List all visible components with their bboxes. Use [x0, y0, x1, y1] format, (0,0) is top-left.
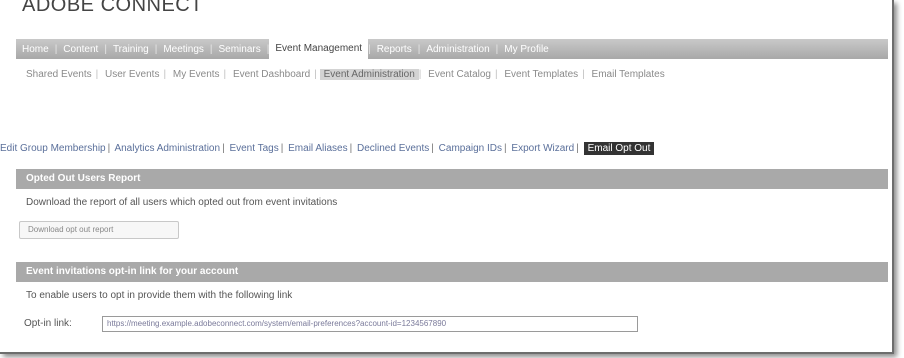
- link-email-opt-out[interactable]: Email Opt Out: [583, 142, 655, 155]
- opted-out-panel-title: Opted Out Users Report: [16, 169, 888, 189]
- subnav-event-administration[interactable]: Event Administration: [319, 69, 419, 80]
- link-separator: |: [504, 143, 507, 154]
- sub-navigation: Shared Events | User Events | My Events | E…: [22, 69, 669, 80]
- link-separator: |: [576, 143, 579, 154]
- subnav-separator: |: [314, 69, 317, 80]
- link-analytics-administration[interactable]: Analytics Administration: [114, 143, 220, 154]
- download-report-button[interactable]: Download opt out report: [19, 221, 179, 239]
- link-separator: |: [280, 143, 284, 154]
- subnav-separator: |: [582, 69, 585, 80]
- admin-links-bar: Edit Group Membership | Analytics Adminis…: [0, 142, 655, 155]
- nav-tab-administration[interactable]: Administration: [420, 44, 495, 55]
- app-window: ADOBE CONNECT Home | Content | Training | M…: [0, 0, 894, 354]
- optin-label: Opt-in link:: [24, 318, 72, 329]
- app-logo: ADOBE CONNECT: [22, 0, 203, 16]
- nav-tab-reports[interactable]: Reports: [371, 44, 418, 55]
- subnav-event-templates[interactable]: Event Templates: [500, 69, 582, 80]
- subnav-event-catalog[interactable]: Event Catalog: [424, 69, 495, 80]
- subnav-user-events[interactable]: User Events: [101, 69, 163, 80]
- subnav-separator: |: [418, 69, 422, 80]
- link-email-aliases[interactable]: Email Aliases: [288, 143, 347, 154]
- nav-tab-my-profile[interactable]: My Profile: [498, 44, 554, 55]
- top-navigation: Home | Content | Training | Meetings | Semin…: [16, 39, 888, 59]
- link-event-tags[interactable]: Event Tags: [229, 143, 278, 154]
- optin-description: To enable users to opt in provide them w…: [26, 290, 293, 301]
- subnav-email-templates[interactable]: Email Templates: [588, 69, 669, 80]
- subnav-shared-events[interactable]: Shared Events: [22, 69, 96, 80]
- subnav-separator: |: [95, 69, 99, 80]
- nav-tab-meetings[interactable]: Meetings: [157, 44, 210, 55]
- subnav-separator: |: [163, 69, 167, 80]
- link-edit-group-membership[interactable]: Edit Group Membership: [0, 143, 106, 154]
- link-declined-events[interactable]: Declined Events: [357, 143, 429, 154]
- subnav-event-dashboard[interactable]: Event Dashboard: [229, 69, 314, 80]
- link-separator: |: [222, 143, 225, 154]
- nav-tab-training[interactable]: Training: [107, 44, 155, 55]
- optin-link-field[interactable]: https://meeting.example.adobeconnect.com…: [102, 316, 638, 332]
- link-export-wizard[interactable]: Export Wizard: [511, 143, 574, 154]
- optin-panel: Event invitations opt-in link for your a…: [16, 262, 888, 301]
- nav-tab-seminars[interactable]: Seminars: [213, 44, 267, 55]
- nav-tab-event-management[interactable]: Event Management: [269, 39, 369, 59]
- subnav-separator: |: [223, 69, 227, 80]
- subnav-my-events[interactable]: My Events: [169, 69, 224, 80]
- nav-tab-content[interactable]: Content: [57, 44, 104, 55]
- link-separator: |: [431, 143, 434, 154]
- opted-out-panel: Opted Out Users Report Download the repo…: [16, 169, 888, 208]
- link-separator: |: [349, 143, 353, 154]
- subnav-separator: |: [495, 69, 498, 80]
- link-campaign-ids[interactable]: Campaign IDs: [439, 143, 502, 154]
- link-separator: |: [107, 143, 111, 154]
- optin-panel-title: Event invitations opt-in link for your a…: [16, 262, 888, 282]
- opted-out-description: Download the report of all users which o…: [26, 197, 338, 208]
- nav-tab-home[interactable]: Home: [16, 44, 55, 55]
